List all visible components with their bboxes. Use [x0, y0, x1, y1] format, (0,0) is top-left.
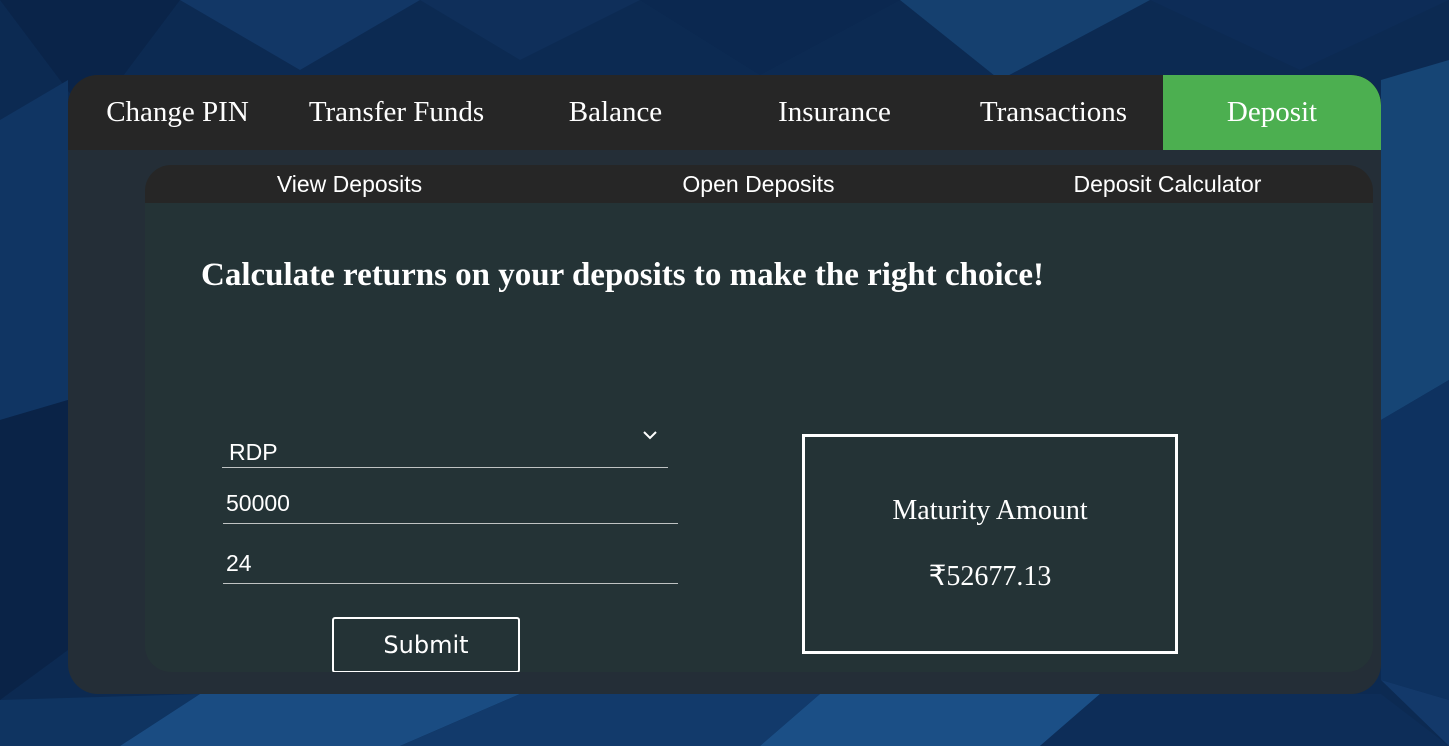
- amount-input[interactable]: [223, 484, 678, 524]
- deposit-panel: View Deposits Open Deposits Deposit Calc…: [145, 165, 1373, 672]
- tab-transfer-funds[interactable]: Transfer Funds: [287, 75, 506, 150]
- tab-deposit-calculator[interactable]: Deposit Calculator: [963, 165, 1372, 203]
- chevron-down-icon: [643, 431, 657, 440]
- deposit-sub-nav: View Deposits Open Deposits Deposit Calc…: [145, 165, 1373, 203]
- tab-open-deposits[interactable]: Open Deposits: [554, 165, 963, 203]
- deposit-type-value: RDP: [229, 439, 278, 465]
- maturity-amount-value: ₹52677.13: [928, 561, 1052, 592]
- deposit-type-select[interactable]: RDP: [222, 423, 668, 468]
- calculator-heading: Calculate returns on your deposits to ma…: [201, 257, 1044, 293]
- months-input[interactable]: [223, 544, 678, 584]
- tab-transactions[interactable]: Transactions: [944, 75, 1163, 150]
- tab-change-pin[interactable]: Change PIN: [68, 75, 287, 150]
- maturity-amount-label: Maturity Amount: [892, 495, 1088, 526]
- tab-balance[interactable]: Balance: [506, 75, 725, 150]
- app-panel: Change PIN Transfer Funds Balance Insura…: [68, 75, 1381, 694]
- tab-insurance[interactable]: Insurance: [725, 75, 944, 150]
- main-nav: Change PIN Transfer Funds Balance Insura…: [68, 75, 1381, 150]
- tab-deposit[interactable]: Deposit: [1163, 75, 1381, 150]
- maturity-result-box: Maturity Amount ₹52677.13: [802, 434, 1178, 654]
- submit-button[interactable]: Submit: [332, 617, 520, 672]
- tab-view-deposits[interactable]: View Deposits: [145, 165, 554, 203]
